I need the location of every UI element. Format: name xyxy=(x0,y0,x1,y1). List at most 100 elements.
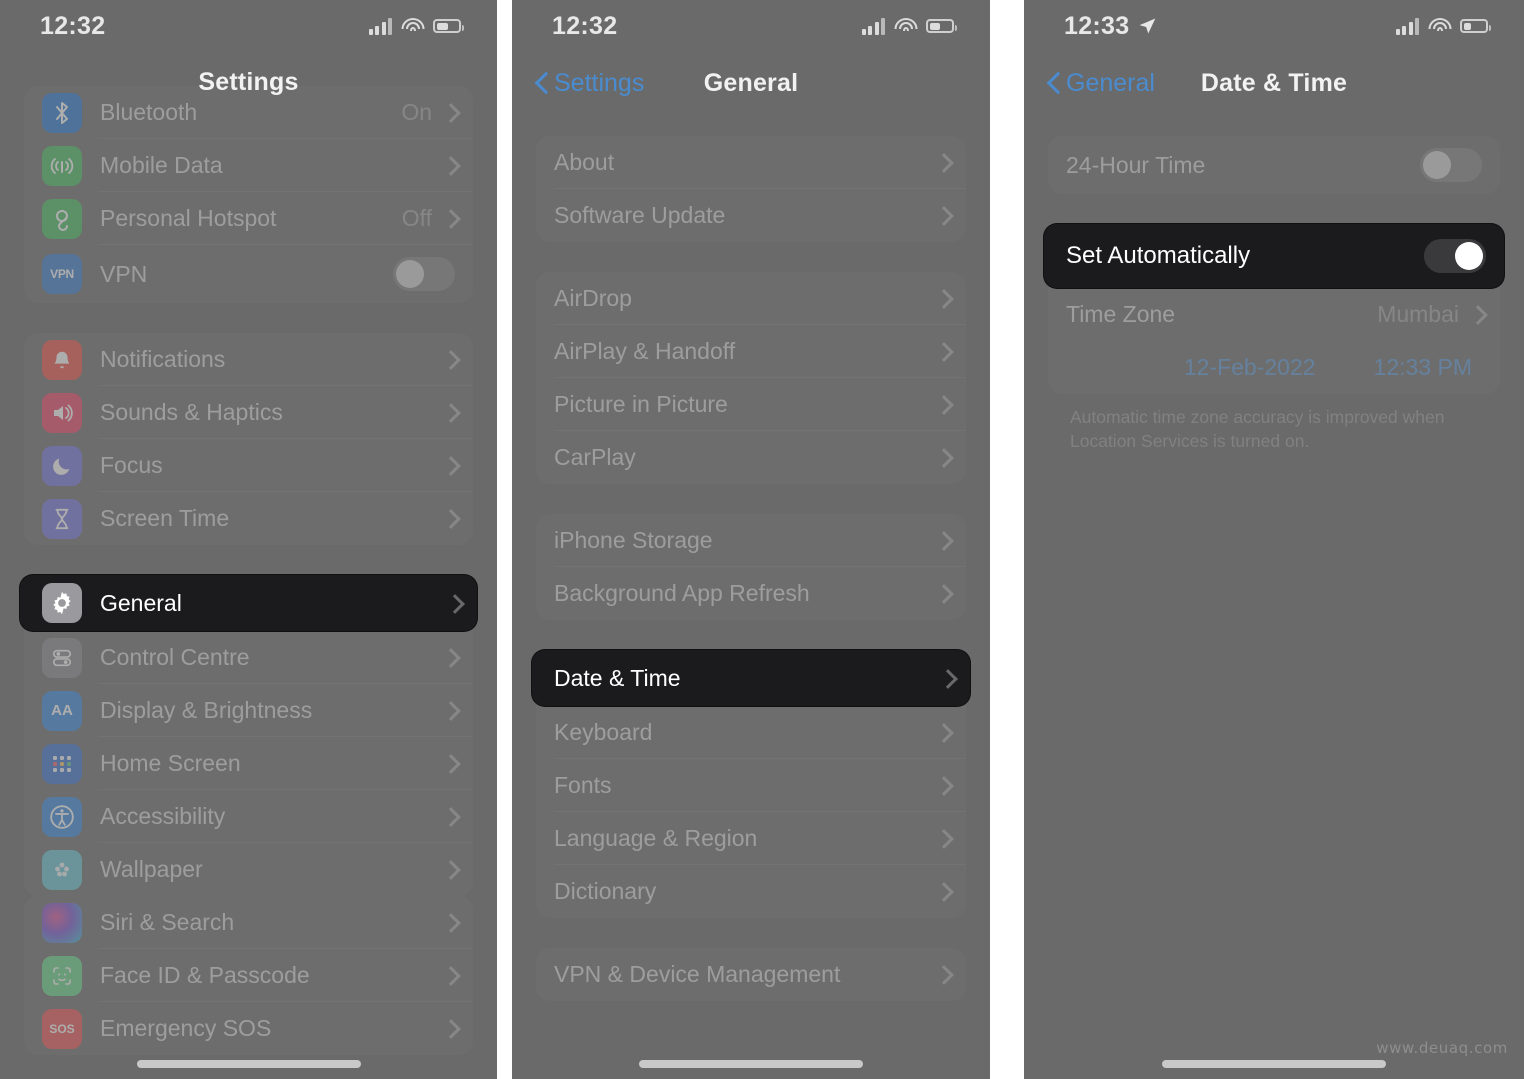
settings-row-emergency-sos[interactable]: SOS Emergency SOS xyxy=(24,1002,473,1055)
home-screen-icon xyxy=(42,743,82,784)
chevron-right-icon xyxy=(937,395,948,414)
chevron-right-icon xyxy=(444,860,455,879)
row-label: Keyboard xyxy=(554,719,653,745)
date-time-picker-row[interactable]: 12-Feb-2022 12:33 PM xyxy=(1048,341,1500,394)
settings-row-vpn[interactable]: VPN VPN xyxy=(24,245,473,303)
chevron-right-icon xyxy=(444,1019,455,1038)
date-time-row-set-automatically[interactable]: Set Automatically xyxy=(1044,224,1504,288)
row-value: Mumbai xyxy=(1377,301,1459,327)
general-row-software-update[interactable]: Software Update xyxy=(536,189,966,242)
set-automatically-toggle[interactable] xyxy=(1424,239,1486,273)
back-button-settings[interactable]: Settings xyxy=(536,69,644,98)
settings-list[interactable]: Bluetooth On Mobile Data Personal Hotspo… xyxy=(0,86,497,1055)
row-label: Mobile Data xyxy=(100,152,223,178)
general-row-airdrop[interactable]: AirDrop xyxy=(536,272,966,325)
general-row-airplay-handoff[interactable]: AirPlay & Handoff xyxy=(536,325,966,378)
time-value[interactable]: 12:33 PM xyxy=(1374,354,1472,381)
row-label: Set Automatically xyxy=(1066,242,1251,269)
settings-row-home-screen[interactable]: Home Screen xyxy=(24,737,473,790)
row-label: Display & Brightness xyxy=(100,697,313,723)
chevron-right-icon xyxy=(937,342,948,361)
date-value[interactable]: 12-Feb-2022 xyxy=(1184,354,1316,381)
settings-row-screen-time[interactable]: Screen Time xyxy=(24,492,473,545)
general-row-date-time[interactable]: Date & Time xyxy=(532,650,970,706)
general-row-carplay[interactable]: CarPlay xyxy=(536,431,966,484)
battery-icon xyxy=(1460,19,1491,33)
display-brightness-icon: AA xyxy=(42,690,82,731)
chevron-right-icon xyxy=(937,206,948,225)
settings-row-wallpaper[interactable]: Wallpaper xyxy=(24,843,473,896)
chevron-right-icon xyxy=(444,913,455,932)
panel-gap-2 xyxy=(990,0,1024,1079)
status-indicators-2 xyxy=(861,17,957,35)
general-row-language-region[interactable]: Language & Region xyxy=(536,812,966,865)
settings-row-focus[interactable]: Focus xyxy=(24,439,473,492)
chevron-right-icon xyxy=(937,882,948,901)
row-label: iPhone Storage xyxy=(554,527,713,553)
panel-gap-1 xyxy=(497,0,512,1079)
row-label: Control Centre xyxy=(100,644,250,670)
wallpaper-icon xyxy=(42,849,82,890)
date-time-list[interactable]: 24-Hour Time Set Automatically Time Zone… xyxy=(1024,136,1524,453)
status-time-label: 12:33 xyxy=(1064,11,1130,40)
settings-row-siri-search[interactable]: Siri & Search xyxy=(24,896,473,949)
row-label: Screen Time xyxy=(100,505,230,531)
date-time-footer-note: Automatic time zone accuracy is improved… xyxy=(1070,407,1445,451)
row-label: VPN xyxy=(100,260,148,287)
control-centre-icon xyxy=(42,637,82,678)
general-group-localization: Date & Time Keyboard Fonts Language & Re… xyxy=(532,650,970,918)
date-time-row-time-zone[interactable]: Time Zone Mumbai xyxy=(1048,288,1500,341)
nav-bar-1: Settings xyxy=(0,52,497,112)
chevron-right-icon xyxy=(444,403,455,422)
settings-row-accessibility[interactable]: Accessibility xyxy=(24,790,473,843)
chevron-right-icon xyxy=(444,966,455,985)
settings-row-face-id[interactable]: Face ID & Passcode xyxy=(24,949,473,1002)
status-indicators-3 xyxy=(1395,17,1491,35)
settings-row-sounds-haptics[interactable]: Sounds & Haptics xyxy=(24,386,473,439)
home-indicator-1 xyxy=(136,1060,361,1068)
chevron-right-icon xyxy=(937,723,948,742)
settings-row-notifications[interactable]: Notifications xyxy=(24,333,473,386)
back-button-general[interactable]: General xyxy=(1048,69,1155,98)
settings-group-connectivity: Bluetooth On Mobile Data Personal Hotspo… xyxy=(24,86,473,303)
row-label: Accessibility xyxy=(100,803,226,829)
general-row-background-app-refresh[interactable]: Background App Refresh xyxy=(536,567,966,620)
general-row-vpn-device-management[interactable]: VPN & Device Management xyxy=(536,948,966,1001)
general-row-dictionary[interactable]: Dictionary xyxy=(536,865,966,918)
date-time-row-24-hour-time[interactable]: 24-Hour Time xyxy=(1048,136,1500,194)
cellular-bars-icon xyxy=(368,17,392,35)
status-bar-1: 12:32 xyxy=(0,0,497,52)
settings-row-personal-hotspot[interactable]: Personal Hotspot Off xyxy=(24,192,473,245)
settings-row-general[interactable]: General xyxy=(20,575,477,631)
siri-search-icon xyxy=(42,902,82,943)
phone-panel-general: 12:32 Settings General About Software Up… xyxy=(512,0,990,1079)
general-group-about: About Software Update xyxy=(536,136,966,242)
chevron-right-icon xyxy=(937,153,948,172)
chevron-left-icon xyxy=(536,72,549,95)
row-label: Dictionary xyxy=(554,878,657,904)
settings-row-display-brightness[interactable]: AA Display & Brightness xyxy=(24,684,473,737)
general-row-keyboard[interactable]: Keyboard xyxy=(536,706,966,759)
row-label: Focus xyxy=(100,452,163,478)
status-time-3: 12:33 xyxy=(1064,12,1157,41)
gear-icon xyxy=(42,583,82,623)
chevron-right-icon xyxy=(444,648,455,667)
general-row-iphone-storage[interactable]: iPhone Storage xyxy=(536,514,966,567)
chevron-left-icon xyxy=(1048,72,1061,95)
settings-row-control-centre[interactable]: Control Centre xyxy=(24,631,473,684)
row-label: 24-Hour Time xyxy=(1066,151,1206,178)
mobile-data-icon xyxy=(42,145,82,186)
settings-row-mobile-data[interactable]: Mobile Data xyxy=(24,139,473,192)
chevron-right-icon xyxy=(937,531,948,550)
vpn-toggle[interactable] xyxy=(393,257,455,291)
general-group-storage: iPhone Storage Background App Refresh xyxy=(536,514,966,620)
24-hour-time-toggle[interactable] xyxy=(1420,148,1482,182)
general-row-fonts[interactable]: Fonts xyxy=(536,759,966,812)
nav-bar-3: General Date & Time xyxy=(1024,52,1524,114)
general-list[interactable]: About Software Update AirDrop AirPlay & … xyxy=(512,136,990,1001)
row-label: Fonts xyxy=(554,772,612,798)
general-row-about[interactable]: About xyxy=(536,136,966,189)
row-label: Time Zone xyxy=(1066,301,1176,327)
general-row-picture-in-picture[interactable]: Picture in Picture xyxy=(536,378,966,431)
chevron-right-icon xyxy=(448,594,459,613)
